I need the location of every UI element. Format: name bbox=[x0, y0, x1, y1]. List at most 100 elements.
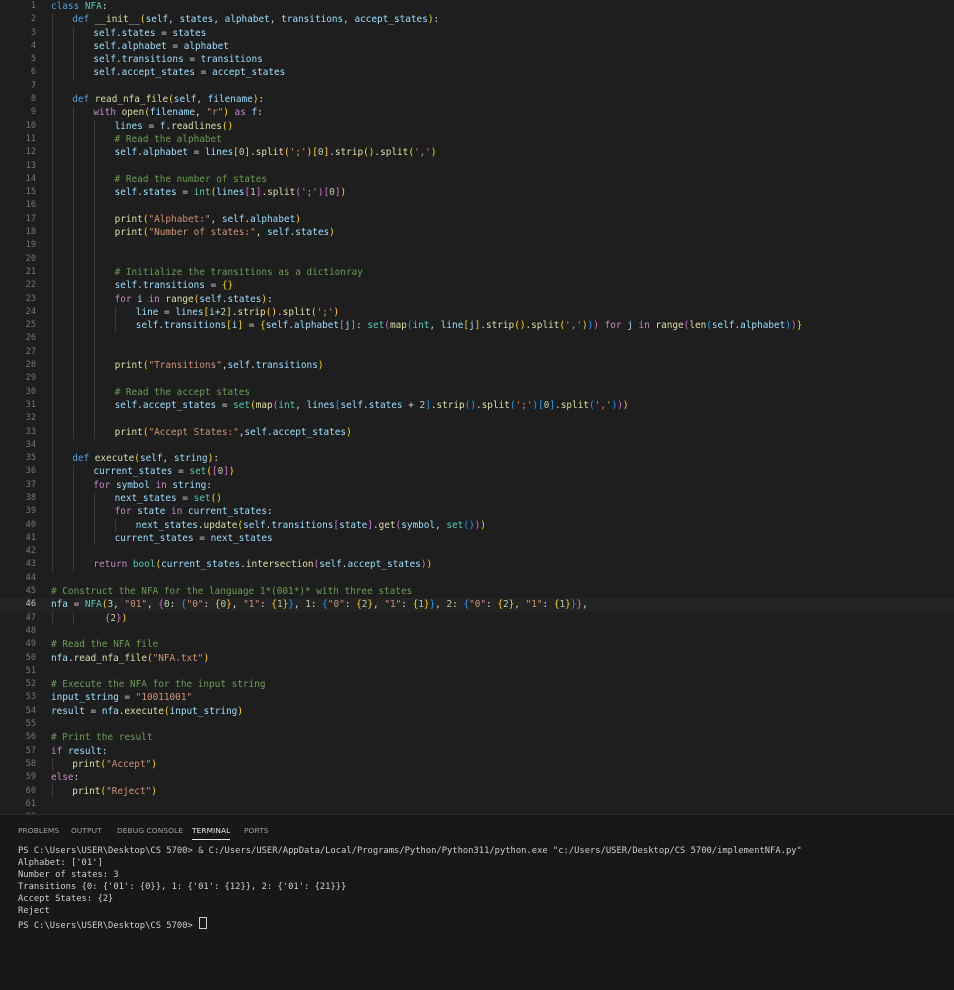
code-line[interactable]: 8def read_nfa_file(self, filename): bbox=[0, 93, 954, 106]
code-line[interactable]: 52# Execute the NFA for the input string bbox=[0, 678, 954, 691]
code-line[interactable]: 41current_states = next_states bbox=[0, 532, 954, 545]
code-line[interactable]: 30# Read the accept states bbox=[0, 386, 954, 399]
code-token: "Number of states:" bbox=[148, 227, 255, 238]
code-line[interactable]: 25self.transitions[i] = {self.alphabet[j… bbox=[0, 319, 954, 332]
code-line[interactable]: 28print("Transitions",self.transitions) bbox=[0, 359, 954, 372]
code-line[interactable]: 18print("Number of states:", self.states… bbox=[0, 226, 954, 239]
code-line[interactable]: 54result = nfa.execute(input_string) bbox=[0, 705, 954, 718]
line-number: 20 bbox=[0, 253, 36, 266]
code-line[interactable]: 26 bbox=[0, 332, 954, 345]
code-line[interactable]: 31self.accept_states = set(map(int, line… bbox=[0, 399, 954, 412]
code-line[interactable]: 27 bbox=[0, 346, 954, 359]
code-line[interactable]: 49# Read the NFA file bbox=[0, 638, 954, 651]
code-line[interactable]: 61 bbox=[0, 798, 954, 811]
code-line[interactable]: 44 bbox=[0, 572, 954, 585]
code-line[interactable]: 10lines = f.readlines() bbox=[0, 120, 954, 133]
code-line[interactable]: 43return bool(current_states.intersectio… bbox=[0, 558, 954, 571]
indent-guide bbox=[94, 279, 95, 292]
code-line[interactable]: 24line = lines[i+2].strip().split(';') bbox=[0, 306, 954, 319]
code-token: current_states bbox=[161, 559, 240, 570]
code-token: states bbox=[179, 14, 213, 25]
code-line[interactable]: 48 bbox=[0, 625, 954, 638]
indent-guide bbox=[94, 359, 95, 372]
code-line[interactable]: 12 self.alphabet = lines[0].split(';')[0]… bbox=[0, 146, 954, 159]
indent-guide bbox=[52, 785, 53, 798]
tab-problems[interactable]: PROBLEMS bbox=[18, 826, 59, 835]
code-line[interactable]: 16 bbox=[0, 199, 954, 212]
code-line[interactable]: 23for i in range(self.states): bbox=[0, 293, 954, 306]
indent-guide bbox=[52, 239, 53, 252]
terminal[interactable]: PS C:\Users\USER\Desktop\CS 5700> & C:/U… bbox=[18, 845, 944, 929]
code-text: self.alphabet = lines[0].split(';')[0].s… bbox=[115, 146, 437, 159]
code-line[interactable]: 46nfa = NFA(3, "01", {0: {"0": {0}, "1":… bbox=[0, 598, 954, 611]
code-line[interactable]: 32 bbox=[0, 412, 954, 425]
line-number: 44 bbox=[0, 572, 36, 585]
code-token: return bbox=[93, 559, 133, 570]
code-line[interactable]: 9with open(filename, "r") as f: bbox=[0, 106, 954, 119]
code-editor[interactable]: 1class NFA:2def __init__(self, states, a… bbox=[0, 0, 954, 814]
indent-guide bbox=[94, 306, 95, 319]
code-line[interactable]: 38next_states = set() bbox=[0, 492, 954, 505]
code-line[interactable]: 59else: bbox=[0, 771, 954, 784]
code-line[interactable]: 60print("Reject") bbox=[0, 785, 954, 798]
indent-guide bbox=[73, 532, 74, 545]
code-line[interactable]: 3self.states = states bbox=[0, 27, 954, 40]
code-token: strip bbox=[436, 400, 464, 411]
code-token: lines bbox=[216, 187, 244, 198]
code-line[interactable]: 11# Read the alphabet bbox=[0, 133, 954, 146]
code-line[interactable]: 39for state in current_states: bbox=[0, 505, 954, 518]
code-line[interactable]: 29 bbox=[0, 372, 954, 385]
code-token: split bbox=[256, 147, 284, 158]
code-line[interactable]: 57if result: bbox=[0, 745, 954, 758]
tab-ports[interactable]: PORTS bbox=[244, 826, 269, 835]
code-token: symbol bbox=[116, 480, 150, 491]
tab-terminal[interactable]: TERMINAL bbox=[192, 826, 230, 835]
code-line[interactable]: 36current_states = set([0]) bbox=[0, 465, 954, 478]
code-line[interactable]: 55 bbox=[0, 718, 954, 731]
tab-output[interactable]: OUTPUT bbox=[71, 826, 102, 835]
code-line[interactable]: 4self.alphabet = alphabet bbox=[0, 40, 954, 53]
code-line[interactable]: 37for symbol in string: bbox=[0, 479, 954, 492]
line-number: 18 bbox=[0, 226, 36, 239]
code-token: lines bbox=[115, 121, 143, 132]
code-line[interactable]: 35 def execute(self, string): bbox=[0, 452, 954, 465]
code-token: print bbox=[72, 786, 100, 797]
code-text: def read_nfa_file(self, filename): bbox=[72, 93, 264, 106]
code-line[interactable]: 14# Read the number of states bbox=[0, 173, 954, 186]
code-line[interactable]: 33print("Accept States:",self.accept_sta… bbox=[0, 426, 954, 439]
code-line[interactable]: 19 bbox=[0, 239, 954, 252]
code-line[interactable]: 17print("Alphabet:", self.alphabet) bbox=[0, 213, 954, 226]
code-line[interactable]: 42 bbox=[0, 545, 954, 558]
code-line[interactable]: 50nfa.read_nfa_file("NFA.txt") bbox=[0, 652, 954, 665]
code-line[interactable]: 15self.states = int(lines[1].split(';')[… bbox=[0, 186, 954, 199]
code-line[interactable]: 7 bbox=[0, 80, 954, 93]
code-line[interactable]: 5self.transitions = transitions bbox=[0, 53, 954, 66]
indent-guide bbox=[73, 492, 74, 505]
code-line[interactable]: 2def __init__(self, states, alphabet, tr… bbox=[0, 13, 954, 26]
code-line[interactable]: 47 {2}) bbox=[0, 612, 954, 625]
code-line[interactable]: 21# Initialize the transitions as a dict… bbox=[0, 266, 954, 279]
code-line[interactable]: 20 bbox=[0, 253, 954, 266]
code-line[interactable]: 34 bbox=[0, 439, 954, 452]
line-number: 35 bbox=[0, 452, 36, 465]
code-line[interactable]: 53input_string = "10011001" bbox=[0, 691, 954, 704]
code-token: ) bbox=[426, 559, 432, 570]
indent-guide bbox=[52, 53, 53, 66]
code-line[interactable]: 56# Print the result bbox=[0, 731, 954, 744]
code-token: in bbox=[165, 506, 188, 517]
code-line[interactable]: 40next_states.update(self.transitions[st… bbox=[0, 519, 954, 532]
line-number: 12 bbox=[0, 146, 36, 159]
code-line[interactable]: 13 bbox=[0, 160, 954, 173]
tab-debug-console[interactable]: DEBUG CONSOLE bbox=[117, 826, 183, 835]
code-line[interactable]: 1class NFA: bbox=[0, 0, 954, 13]
code-token: transitions bbox=[256, 360, 318, 371]
code-line[interactable]: 51 bbox=[0, 665, 954, 678]
code-line[interactable]: 45# Construct the NFA for the language 1… bbox=[0, 585, 954, 598]
line-number: 52 bbox=[0, 678, 36, 691]
code-line[interactable]: 58print("Accept") bbox=[0, 758, 954, 771]
code-line[interactable]: 22self.transitions = {} bbox=[0, 279, 954, 292]
code-line[interactable]: 6self.accept_states = accept_states bbox=[0, 66, 954, 79]
terminal-prompt-line[interactable]: PS C:\Users\USER\Desktop\CS 5700> bbox=[18, 917, 944, 929]
code-text: def execute(self, string): bbox=[72, 452, 219, 465]
code-token: = bbox=[184, 54, 201, 65]
